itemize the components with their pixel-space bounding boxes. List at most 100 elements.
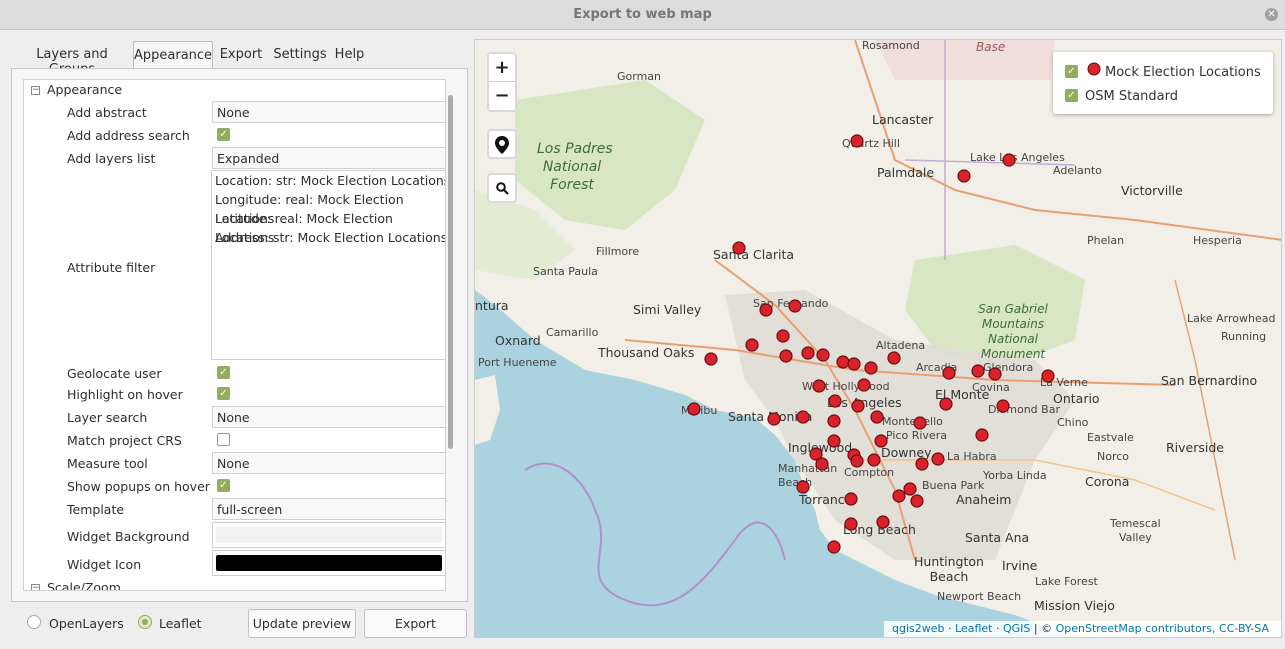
template-select[interactable]: full-screen ❯ <box>212 498 445 520</box>
election-marker[interactable] <box>996 399 1010 413</box>
election-marker[interactable] <box>815 457 829 471</box>
vertical-scrollbar[interactable] <box>448 95 453 449</box>
election-marker[interactable] <box>910 494 924 508</box>
measure-tool-select[interactable]: None ❯ <box>212 452 445 474</box>
election-marker[interactable] <box>816 348 830 362</box>
tab-export[interactable]: Export <box>215 41 267 69</box>
election-marker[interactable] <box>876 515 890 529</box>
add-abstract-label: Add abstract <box>67 105 147 120</box>
zoom-out-button[interactable]: − <box>489 82 515 110</box>
attribution-link-leaflet[interactable]: Leaflet <box>955 622 992 635</box>
election-marker[interactable] <box>942 366 956 380</box>
election-marker[interactable] <box>867 453 881 467</box>
election-marker[interactable] <box>903 482 917 496</box>
add-layers-list-select[interactable]: Expanded ❯ <box>212 147 445 169</box>
election-marker[interactable] <box>767 412 781 426</box>
election-marker[interactable] <box>971 364 985 378</box>
list-item[interactable]: Longitude: real: Mock Election Locations <box>212 190 445 226</box>
election-marker[interactable] <box>931 452 945 466</box>
layer-checkbox-mock-election[interactable]: ✓ <box>1065 65 1078 78</box>
collapse-icon[interactable]: − <box>31 86 40 95</box>
election-marker[interactable] <box>887 351 901 365</box>
update-preview-button[interactable]: Update preview <box>248 609 356 638</box>
attribution-link-qgis2web[interactable]: qgis2web <box>892 622 945 635</box>
openlayers-radio[interactable] <box>27 615 41 629</box>
election-marker[interactable] <box>788 299 802 313</box>
attribution-link-qgis[interactable]: QGIS <box>1003 622 1030 635</box>
election-marker[interactable] <box>915 457 929 471</box>
list-item[interactable]: Location: str: Mock Election Locations <box>212 171 445 190</box>
collapse-icon[interactable]: − <box>31 584 40 590</box>
election-marker[interactable] <box>850 134 864 148</box>
election-marker[interactable] <box>732 241 746 255</box>
settings-panel: − Appearance Add abstract None ❯ Add addr… <box>11 68 468 602</box>
election-marker[interactable] <box>759 303 773 317</box>
election-marker[interactable] <box>687 402 701 416</box>
election-marker[interactable] <box>844 517 858 531</box>
election-marker[interactable] <box>864 361 878 375</box>
geolocate-button[interactable] <box>487 129 517 159</box>
election-marker[interactable] <box>844 492 858 506</box>
layer-checkbox-osm[interactable]: ✓ <box>1065 89 1078 102</box>
election-marker[interactable] <box>796 410 810 424</box>
election-marker[interactable] <box>836 355 850 369</box>
election-marker[interactable] <box>827 414 841 428</box>
election-marker[interactable] <box>796 480 810 494</box>
election-marker[interactable] <box>745 338 759 352</box>
export-button[interactable]: Export <box>364 609 467 638</box>
election-marker[interactable] <box>851 399 865 413</box>
add-abstract-select[interactable]: None ❯ <box>212 101 446 123</box>
chevron-down-icon: ❯ <box>445 410 446 421</box>
chevron-down-icon: ❯ <box>445 105 446 116</box>
match-project-crs-checkbox[interactable] <box>217 433 230 446</box>
election-marker[interactable] <box>776 329 790 343</box>
marker-swatch-icon <box>1087 62 1101 76</box>
leaflet-radio[interactable] <box>138 615 152 629</box>
election-marker[interactable] <box>827 434 841 448</box>
election-marker[interactable] <box>704 352 718 366</box>
election-marker[interactable] <box>870 410 884 424</box>
tab-settings[interactable]: Settings <box>270 41 330 69</box>
add-address-search-checkbox[interactable]: ✓ <box>217 128 230 141</box>
attribution-separator: · <box>944 622 956 635</box>
map-preview[interactable]: Rosamond Base Gorman Lancaster Quartz Hi… <box>474 39 1282 638</box>
close-icon[interactable]: ✕ <box>1265 8 1278 21</box>
layer-search-select[interactable]: None ❯ <box>212 406 446 428</box>
layer-label-osm: OSM Standard <box>1085 89 1178 104</box>
list-item[interactable]: Address: str: Mock Election Locations <box>212 228 445 247</box>
election-marker[interactable] <box>1041 369 1055 383</box>
attribute-filter-list[interactable]: Location: str: Mock Election Locations L… <box>211 170 445 360</box>
election-marker[interactable] <box>939 397 953 411</box>
widget-icon-color-button[interactable]: ❯ <box>212 550 445 576</box>
election-marker[interactable] <box>874 434 888 448</box>
tab-layers-and-groups[interactable]: Layers and Groups <box>12 41 132 77</box>
election-marker[interactable] <box>801 346 815 360</box>
election-marker[interactable] <box>975 428 989 442</box>
window-title: Export to web map <box>573 7 712 22</box>
tab-help[interactable]: Help <box>332 41 367 69</box>
attribution-link-osm[interactable]: OpenStreetMap contributors, CC-BY-SA <box>1056 622 1269 635</box>
election-marker[interactable] <box>850 454 864 468</box>
election-marker[interactable] <box>892 489 906 503</box>
tab-appearance[interactable]: Appearance <box>133 41 213 69</box>
show-popups-on-hover-checkbox[interactable]: ✓ <box>217 479 230 492</box>
election-marker[interactable] <box>1002 153 1016 167</box>
election-marker[interactable] <box>828 394 842 408</box>
list-item[interactable]: Latitude: real: Mock Election Locations <box>212 209 445 245</box>
election-marker[interactable] <box>957 169 971 183</box>
election-marker[interactable] <box>988 367 1002 381</box>
search-icon <box>495 182 509 195</box>
election-marker[interactable] <box>779 349 793 363</box>
address-search-button[interactable] <box>487 173 517 203</box>
attribute-filter-label: Attribute filter <box>67 260 156 275</box>
widget-background-color-button[interactable]: ❯ <box>212 522 445 548</box>
election-marker[interactable] <box>913 416 927 430</box>
geolocate-user-checkbox[interactable]: ✓ <box>217 366 230 379</box>
election-marker[interactable] <box>857 378 871 392</box>
zoom-in-button[interactable]: + <box>489 54 515 82</box>
election-marker[interactable] <box>847 357 861 371</box>
color-swatch <box>216 555 442 571</box>
election-marker[interactable] <box>827 540 841 554</box>
election-marker[interactable] <box>812 379 826 393</box>
highlight-on-hover-checkbox[interactable]: ✓ <box>217 387 230 400</box>
